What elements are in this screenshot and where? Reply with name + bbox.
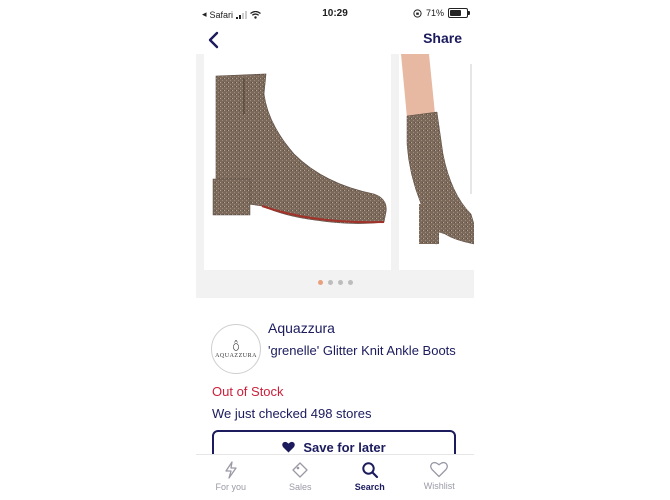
heart-filled-icon <box>282 441 296 453</box>
boot-on-leg-image <box>401 54 474 245</box>
phone-screen: ◂ Safari 10:29 71% Share AQUAZZURA Aquaz… <box>196 0 474 500</box>
lightning-icon <box>225 461 237 479</box>
tab-label: Search <box>354 482 385 492</box>
status-bar: ◂ Safari 10:29 71% <box>196 0 474 28</box>
ankle-boot-image <box>212 73 387 224</box>
checked-stores-text: We just checked 498 stores <box>212 406 372 421</box>
orientation-lock-icon <box>413 8 422 18</box>
carousel-dot[interactable] <box>347 280 353 285</box>
brand-logo[interactable]: AQUAZZURA <box>211 324 261 374</box>
stock-status: Out of Stock <box>212 384 284 399</box>
brand-name[interactable]: Aquazzura <box>268 320 335 336</box>
heart-icon <box>430 461 449 478</box>
carousel-dot[interactable] <box>337 280 343 285</box>
product-name: 'grenelle' Glitter Knit Ankle Boots <box>268 343 456 358</box>
tab-search[interactable]: Search <box>335 455 405 500</box>
pineapple-logo-icon <box>233 339 239 351</box>
tag-icon <box>292 462 308 478</box>
search-icon <box>362 462 378 479</box>
product-image-1[interactable] <box>204 54 391 270</box>
tab-wishlist[interactable]: Wishlist <box>405 455 475 500</box>
brand-logo-text: AQUAZZURA <box>215 352 257 359</box>
save-for-later-label: Save for later <box>303 439 386 455</box>
tab-sales[interactable]: Sales <box>266 455 336 500</box>
image-gallery[interactable] <box>196 54 474 298</box>
carousel-dots <box>196 280 474 285</box>
tab-for-you[interactable]: For you <box>196 455 266 500</box>
back-chevron-icon[interactable] <box>202 28 226 52</box>
nav-bar: Share <box>196 26 474 54</box>
tab-label: Sales <box>288 482 312 492</box>
battery-percent: 71% <box>425 8 444 18</box>
tab-bar: For you Sales Search Wishlist <box>196 454 474 500</box>
carousel-dot[interactable] <box>327 280 333 285</box>
tab-label: For you <box>215 482 246 492</box>
product-image-2[interactable] <box>399 54 474 270</box>
battery-icon <box>448 8 470 18</box>
share-button[interactable]: Share <box>423 30 462 46</box>
status-right: 71% <box>413 8 470 18</box>
carousel-dot[interactable] <box>317 280 323 285</box>
tab-label: Wishlist <box>423 481 455 491</box>
